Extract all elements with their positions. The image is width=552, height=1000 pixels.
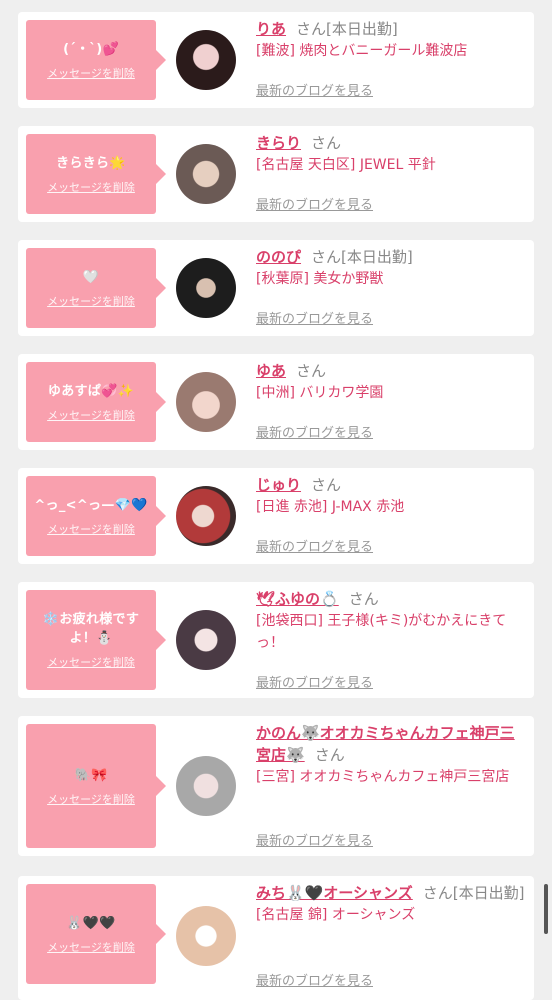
- girl-name-link[interactable]: ゆあ: [256, 362, 286, 380]
- message-text: 🐘🎀: [74, 767, 108, 783]
- girl-name-link[interactable]: かのん🐺オオカミちゃんカフェ神戸三宮店🐺: [256, 724, 515, 764]
- blog-link[interactable]: 最新のブログを見る: [256, 194, 373, 213]
- honorific: さん: [422, 884, 453, 902]
- avatar[interactable]: [176, 372, 236, 432]
- message-text: きらきら🌟: [56, 155, 126, 171]
- avatar[interactable]: [176, 610, 236, 670]
- honorific: さん: [311, 248, 342, 266]
- avatar[interactable]: [176, 486, 236, 546]
- avatar[interactable]: [176, 30, 236, 90]
- blog-link[interactable]: 最新のブログを見る: [256, 308, 373, 327]
- shop-text: [名古屋 錦] オーシャンズ: [256, 907, 416, 923]
- status-text: [本日出勤]: [452, 884, 525, 902]
- favorite-card: きらきら🌟 メッセージを削除 きらり さん [名古屋 天白区] JEWEL 平針 …: [18, 126, 534, 222]
- blog-link[interactable]: 最新のブログを見る: [256, 830, 373, 849]
- favorite-card: ❄️お疲れ様ですよ！⛄ メッセージを削除 🕊ふゆの💍 さん [池袋西口] 王子様(…: [18, 582, 534, 698]
- shop-text: [三宮] オオカミちゃんカフェ神戸三宮店: [256, 769, 510, 785]
- girl-name-link[interactable]: りあ: [256, 20, 286, 38]
- avatar[interactable]: [176, 756, 236, 816]
- scrollbar[interactable]: [544, 884, 548, 934]
- delete-message-link[interactable]: メッセージを削除: [47, 521, 135, 537]
- blog-link[interactable]: 最新のブログを見る: [256, 422, 373, 441]
- favorite-card: ゆあすぱ💞✨ メッセージを削除 ゆあ さん [中洲] バリカワ学園 最新のブログを…: [18, 354, 534, 450]
- message-text: 🤍: [82, 269, 100, 285]
- message-text: 🐰🖤🖤: [66, 915, 116, 931]
- message-bubble: 🐘🎀 メッセージを削除: [26, 724, 166, 848]
- favorite-card: 🤍 メッセージを削除 ののぴ さん[本日出勤] [秋葉原] 美女か野獣 最新のブロ…: [18, 240, 534, 336]
- message-bubble: きらきら🌟 メッセージを削除: [26, 134, 166, 214]
- girl-name-link[interactable]: ののぴ: [256, 248, 301, 266]
- avatar[interactable]: [176, 906, 236, 966]
- avatar[interactable]: [176, 144, 236, 204]
- delete-message-link[interactable]: メッセージを削除: [47, 791, 135, 807]
- favorite-card: ^っ_<^っ—💎💙 メッセージを削除 じゅり さん [日進 赤池] J-MAX 赤…: [18, 468, 534, 564]
- blog-link[interactable]: 最新のブログを見る: [256, 80, 373, 99]
- shop-text: [中洲] バリカワ学園: [256, 385, 384, 401]
- delete-message-link[interactable]: メッセージを削除: [47, 407, 135, 423]
- message-bubble: (ˊ・ˋ)💕 メッセージを削除: [26, 20, 166, 100]
- blog-link[interactable]: 最新のブログを見る: [256, 536, 373, 555]
- shop-text: [秋葉原] 美女か野獣: [256, 271, 384, 287]
- delete-message-link[interactable]: メッセージを削除: [47, 293, 135, 309]
- girl-name-link[interactable]: じゅり: [256, 476, 301, 494]
- delete-message-link[interactable]: メッセージを削除: [47, 939, 135, 955]
- favorite-card: (ˊ・ˋ)💕 メッセージを削除 りあ さん[本日出勤] [難波] 焼肉とバニーガー…: [18, 12, 534, 108]
- favorite-card: 🐰🖤🖤 メッセージを削除 みち🐰🖤オーシャンズ さん[本日出勤] [名古屋 錦] …: [18, 876, 534, 1000]
- delete-message-link[interactable]: メッセージを削除: [47, 65, 135, 81]
- avatar[interactable]: [176, 258, 236, 318]
- delete-message-link[interactable]: メッセージを削除: [47, 179, 135, 195]
- message-text: ❄️お疲れ様ですよ！⛄: [42, 612, 140, 646]
- status-text: [本日出勤]: [341, 248, 413, 266]
- message-text: ゆあすぱ💞✨: [47, 383, 135, 399]
- status-text: [本日出勤]: [326, 20, 398, 38]
- delete-message-link[interactable]: メッセージを削除: [47, 654, 135, 670]
- message-bubble: 🤍 メッセージを削除: [26, 248, 166, 328]
- message-bubble: ゆあすぱ💞✨ メッセージを削除: [26, 362, 166, 442]
- shop-text: [日進 赤池] J-MAX 赤池: [256, 499, 405, 515]
- message-bubble: ❄️お疲れ様ですよ！⛄ メッセージを削除: [26, 590, 166, 690]
- blog-link[interactable]: 最新のブログを見る: [256, 672, 373, 691]
- blog-link[interactable]: 最新のブログを見る: [256, 970, 373, 989]
- shop-text: [難波] 焼肉とバニーガール難波店: [256, 43, 468, 59]
- message-text: ^っ_<^っ—💎💙: [34, 497, 148, 513]
- girl-name-link[interactable]: きらり: [256, 134, 301, 152]
- honorific: さん: [296, 20, 327, 38]
- honorific: さん: [296, 362, 327, 380]
- honorific: さん: [348, 590, 379, 608]
- favorite-card: 🐘🎀 メッセージを削除 かのん🐺オオカミちゃんカフェ神戸三宮店🐺 さん [三宮] …: [18, 716, 534, 856]
- shop-text: [名古屋 天白区] JEWEL 平針: [256, 157, 436, 173]
- message-bubble: ^っ_<^っ—💎💙 メッセージを削除: [26, 476, 166, 556]
- honorific: さん: [311, 134, 342, 152]
- girl-name-link[interactable]: みち🐰🖤オーシャンズ: [256, 884, 413, 902]
- message-bubble: 🐰🖤🖤 メッセージを削除: [26, 884, 166, 984]
- girl-name-link[interactable]: 🕊ふゆの💍: [256, 590, 339, 608]
- message-text: (ˊ・ˋ)💕: [63, 41, 119, 57]
- honorific: さん: [314, 746, 345, 764]
- honorific: さん: [311, 476, 342, 494]
- shop-text: [池袋西口] 王子様(キミ)がむかえにきてっ！: [256, 613, 507, 651]
